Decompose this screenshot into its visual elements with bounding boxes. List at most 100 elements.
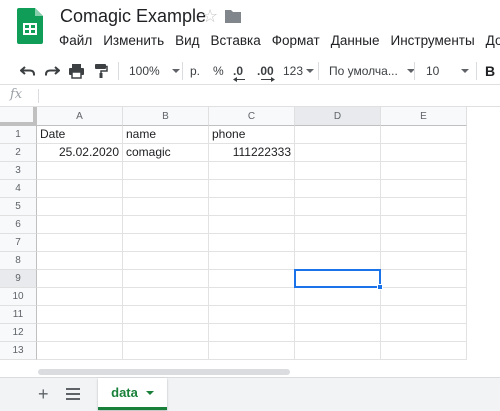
cell-b12[interactable]	[123, 324, 209, 342]
cell-a11[interactable]	[37, 306, 123, 324]
cell-c6[interactable]	[209, 216, 295, 234]
cell-c5[interactable]	[209, 198, 295, 216]
formula-input[interactable]	[44, 85, 494, 107]
row-header-3[interactable]: 3	[0, 162, 37, 180]
decrease-decimals-button[interactable]: .0	[233, 56, 245, 85]
cell-e2[interactable]	[381, 144, 467, 162]
column-header-c[interactable]: C	[209, 107, 295, 126]
cell-c4[interactable]	[209, 180, 295, 198]
cell-d3[interactable]	[295, 162, 381, 180]
cell-a8[interactable]	[37, 252, 123, 270]
font-size-select[interactable]: 10	[426, 56, 470, 85]
cell-b5[interactable]	[123, 198, 209, 216]
row-header-2[interactable]: 2	[0, 144, 37, 162]
cell-d1[interactable]	[295, 126, 381, 144]
cell-c9[interactable]	[209, 270, 295, 288]
column-header-b[interactable]: B	[123, 107, 209, 126]
select-all-corner[interactable]	[0, 107, 37, 126]
bold-button[interactable]: B	[485, 56, 495, 85]
cell-b3[interactable]	[123, 162, 209, 180]
cell-e10[interactable]	[381, 288, 467, 306]
menu-file[interactable]: Файл	[59, 31, 92, 51]
row-header-5[interactable]: 5	[0, 198, 37, 216]
cell-a9[interactable]	[37, 270, 123, 288]
document-title[interactable]: Comagic Example	[60, 6, 206, 27]
cell-c1[interactable]: phone	[209, 126, 295, 144]
cell-b8[interactable]	[123, 252, 209, 270]
cell-b2[interactable]: comagic	[123, 144, 209, 162]
print-icon[interactable]	[68, 56, 85, 85]
cell-d8[interactable]	[295, 252, 381, 270]
menu-edit[interactable]: Изменить	[103, 31, 164, 51]
cell-e5[interactable]	[381, 198, 467, 216]
cell-c2[interactable]: 111222333	[209, 144, 295, 162]
cell-d13[interactable]	[295, 342, 381, 360]
add-sheet-icon[interactable]: +	[38, 384, 49, 404]
cell-e6[interactable]	[381, 216, 467, 234]
row-header-8[interactable]: 8	[0, 252, 37, 270]
cell-b13[interactable]	[123, 342, 209, 360]
cell-a6[interactable]	[37, 216, 123, 234]
currency-format-button[interactable]: р.	[190, 56, 200, 85]
menu-data[interactable]: Данные	[331, 31, 380, 51]
row-header-7[interactable]: 7	[0, 234, 37, 252]
font-family-select[interactable]: По умолча...	[329, 56, 415, 85]
cell-e12[interactable]	[381, 324, 467, 342]
cell-b1[interactable]: name	[123, 126, 209, 144]
column-header-a[interactable]: A	[37, 107, 123, 126]
cell-d2[interactable]	[295, 144, 381, 162]
cell-d4[interactable]	[295, 180, 381, 198]
cell-c10[interactable]	[209, 288, 295, 306]
cell-c13[interactable]	[209, 342, 295, 360]
cell-b10[interactable]	[123, 288, 209, 306]
cell-c7[interactable]	[209, 234, 295, 252]
menu-view[interactable]: Вид	[175, 31, 199, 51]
folder-icon[interactable]	[224, 8, 242, 24]
row-header-11[interactable]: 11	[0, 306, 37, 324]
row-header-12[interactable]: 12	[0, 324, 37, 342]
cell-d5[interactable]	[295, 198, 381, 216]
cell-a5[interactable]	[37, 198, 123, 216]
cell-b9[interactable]	[123, 270, 209, 288]
cell-a13[interactable]	[37, 342, 123, 360]
row-header-6[interactable]: 6	[0, 216, 37, 234]
menu-tools[interactable]: Инструменты	[390, 31, 474, 51]
increase-decimals-button[interactable]: .00	[257, 56, 275, 85]
cell-e9[interactable]	[381, 270, 467, 288]
menu-format[interactable]: Формат	[272, 31, 320, 51]
cell-c11[interactable]	[209, 306, 295, 324]
column-header-e[interactable]: E	[381, 107, 467, 126]
row-header-1[interactable]: 1	[0, 126, 37, 144]
cell-d10[interactable]	[295, 288, 381, 306]
cell-a7[interactable]	[37, 234, 123, 252]
cell-e1[interactable]	[381, 126, 467, 144]
redo-icon[interactable]	[44, 56, 60, 85]
menu-addons[interactable]: Допол	[486, 31, 500, 51]
cell-d9[interactable]	[295, 270, 381, 288]
cell-c12[interactable]	[209, 324, 295, 342]
all-sheets-icon[interactable]	[66, 387, 80, 400]
cell-c3[interactable]	[209, 162, 295, 180]
cell-e7[interactable]	[381, 234, 467, 252]
more-formats-button[interactable]: 123	[283, 56, 315, 85]
zoom-select[interactable]: 100%	[129, 56, 180, 85]
cell-b7[interactable]	[123, 234, 209, 252]
cell-a1[interactable]: Date	[37, 126, 123, 144]
cell-a4[interactable]	[37, 180, 123, 198]
cell-d6[interactable]	[295, 216, 381, 234]
chevron-down-icon[interactable]	[145, 390, 154, 395]
cell-e8[interactable]	[381, 252, 467, 270]
cell-e11[interactable]	[381, 306, 467, 324]
cell-a3[interactable]	[37, 162, 123, 180]
cell-a10[interactable]	[37, 288, 123, 306]
row-header-9[interactable]: 9	[0, 270, 37, 288]
cell-b6[interactable]	[123, 216, 209, 234]
spreadsheet-grid[interactable]: A B C D E 1 Date name phone 2 25.02.2020 comagic 111…	[0, 107, 500, 365]
cell-d11[interactable]	[295, 306, 381, 324]
cell-d7[interactable]	[295, 234, 381, 252]
horizontal-scrollbar[interactable]	[38, 369, 290, 375]
row-header-10[interactable]: 10	[0, 288, 37, 306]
cell-b4[interactable]	[123, 180, 209, 198]
google-sheets-icon[interactable]	[17, 8, 43, 44]
column-header-d[interactable]: D	[295, 107, 381, 126]
